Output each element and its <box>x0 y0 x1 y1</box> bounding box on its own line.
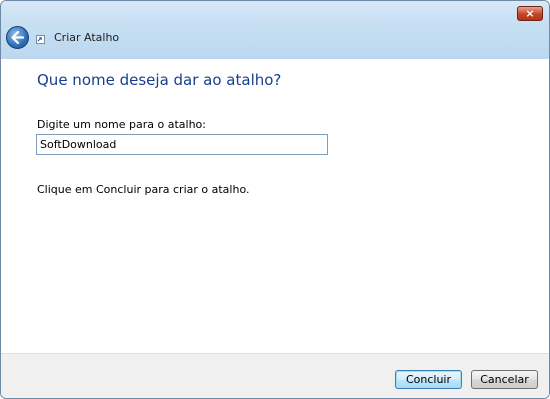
cancel-button[interactable]: Cancelar <box>471 370 538 389</box>
wizard-content <box>1 59 549 353</box>
window-title: Criar Atalho <box>54 31 120 44</box>
button-bar <box>1 353 549 398</box>
instruction-text: Clique em Concluir para criar o atalho. <box>37 183 250 196</box>
close-icon: × <box>525 7 535 20</box>
back-button[interactable] <box>6 26 29 49</box>
back-arrow-icon <box>11 31 24 44</box>
name-field-label: Digite um nome para o atalho: <box>37 118 206 131</box>
page-heading: Que nome deseja dar ao atalho? <box>37 71 282 89</box>
shortcut-name-input[interactable] <box>36 134 328 155</box>
shortcut-icon <box>36 35 45 44</box>
title-bar <box>1 1 549 59</box>
finish-button[interactable]: Concluir <box>395 370 462 389</box>
close-button[interactable]: × <box>517 6 543 21</box>
create-shortcut-window: × Criar Atalho Que nome deseja dar ao at… <box>0 0 550 399</box>
